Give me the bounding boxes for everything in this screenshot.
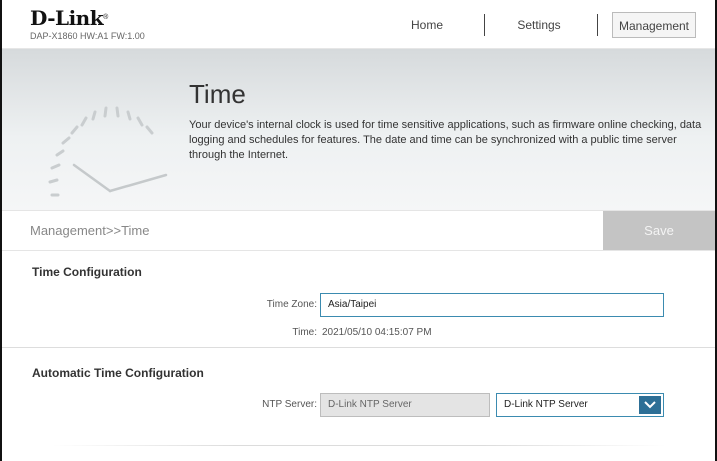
app-frame: D-Link® DAP-X1860 HW:A1 FW:1.00 Home Set… [0,0,717,461]
breadcrumb-bar: Management>>Time Save [2,210,715,251]
time-config-heading: Time Configuration [32,265,142,279]
ntp-server-field: D-Link NTP Server [320,393,490,417]
nav-settings[interactable]: Settings [500,12,578,38]
nav-divider [597,14,598,36]
nav-divider [484,14,485,36]
ntp-server-label: NTP Server: [262,399,317,410]
page-description: Your device's internal clock is used for… [189,119,702,161]
model-info: DAP-X1860 HW:A1 FW:1.00 [30,31,145,41]
nav-home[interactable]: Home [394,12,460,38]
time-zone-label: Time Zone: [266,299,317,310]
ntp-server-select[interactable]: D-Link NTP Server [496,393,664,417]
save-button[interactable]: Save [603,211,715,250]
trademark-mark: ® [103,14,108,21]
current-time-value: 2021/05/10 04:15:07 PM [322,327,432,338]
auto-time-heading: Automatic Time Configuration [32,366,204,380]
bottom-divider [52,445,667,446]
page-title: Time [189,79,246,109]
clock-gauge-icon [48,106,168,197]
section-divider [2,347,715,348]
nav-management[interactable]: Management [612,12,696,38]
chevron-down-icon[interactable] [639,396,661,414]
time-zone-field[interactable]: Asia/Taipei [320,293,664,317]
dlink-logo: D-Link® [30,6,108,30]
top-header: D-Link® DAP-X1860 HW:A1 FW:1.00 Home Set… [2,0,715,49]
page-banner: Time Your device's internal clock is use… [2,49,715,210]
time-label: Time: [292,327,317,338]
breadcrumb: Management>>Time [30,223,150,238]
ntp-select-value: D-Link NTP Server [504,399,588,410]
